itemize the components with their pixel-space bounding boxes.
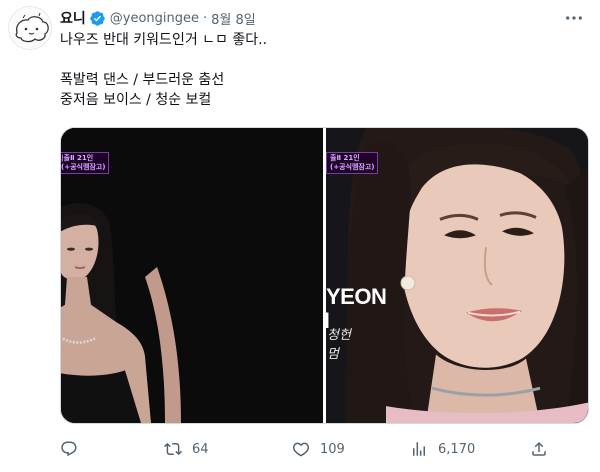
views-count: 6,170 — [438, 441, 476, 457]
media-image-left[interactable]: |출Ⅱ 21인 (+공식멤잠고) — [61, 128, 323, 423]
reply-button[interactable] — [60, 440, 88, 458]
separator-dot: · — [203, 10, 208, 26]
hashtag-overlay: # 청헌 # 멈 — [326, 326, 351, 364]
retweet-count: 64 — [192, 441, 209, 457]
tweet-text: 나우즈 반대 키워드인거 ㄴㅁ 좋다.. 폭발력 댄스 / 부드러운 춤선 중저… — [60, 30, 580, 110]
retweet-button[interactable]: 64 — [164, 440, 209, 458]
left-rank-badge: |출Ⅱ 21인 (+공식멤잠고) — [61, 152, 110, 174]
right-rank-badge-text: 출Ⅱ 21인 (+공식멤잠고) — [330, 154, 375, 171]
like-count: 109 — [320, 441, 345, 457]
share-button[interactable] — [530, 440, 548, 458]
display-name[interactable]: 요니 — [60, 8, 86, 28]
views-button[interactable]: 6,170 — [410, 440, 475, 458]
more-dots-icon[interactable] — [564, 10, 584, 26]
tweet-text-line-4: 중저음 보이스 / 청순 보컬 — [60, 92, 212, 108]
share-icon — [532, 441, 546, 456]
tweet-text-line-3: 폭발력 댄스 / 부드러운 춤선 — [60, 72, 225, 88]
tweet-header: 요니 @yeongingee · 8월 8일 — [60, 8, 590, 28]
hashtag-line-2: # 멈 — [326, 347, 339, 362]
avatar[interactable] — [8, 6, 52, 50]
heart-icon — [292, 442, 310, 457]
user-handle[interactable]: @yeongingee — [110, 11, 199, 26]
tweet-actions: 64 109 6,170 — [56, 436, 590, 462]
media-attachment[interactable]: |출Ⅱ 21인 (+공식멤잠고) 출Ⅱ 21인 (+공식멤잠고) YEON 청헌… — [60, 127, 589, 424]
brand-big-text: YEON — [326, 284, 387, 309]
avatar-drawing — [9, 7, 51, 49]
reply-icon — [61, 441, 77, 457]
tweet-text-blank-line — [60, 50, 580, 70]
hashtag-line-1: # 청헌 — [326, 328, 351, 343]
brand-overlay: W YEON N — [326, 284, 387, 332]
views-chart-icon — [413, 442, 425, 456]
tweet-text-line-1: 나우즈 반대 키워드인거 ㄴㅁ 좋다.. — [60, 32, 268, 48]
verified-badge-icon — [90, 10, 105, 26]
retweet-icon — [164, 442, 182, 456]
right-rank-badge: 출Ⅱ 21인 (+공식멤잠고) — [326, 152, 379, 174]
like-button[interactable]: 109 — [292, 440, 345, 458]
left-rank-badge-text: |출Ⅱ 21인 (+공식멤잠고) — [61, 154, 106, 171]
media-image-right[interactable]: 출Ⅱ 21인 (+공식멤잠고) W YEON N # 청헌 # 멈 — [326, 128, 588, 423]
tweet-date[interactable]: 8월 8일 — [211, 9, 256, 28]
